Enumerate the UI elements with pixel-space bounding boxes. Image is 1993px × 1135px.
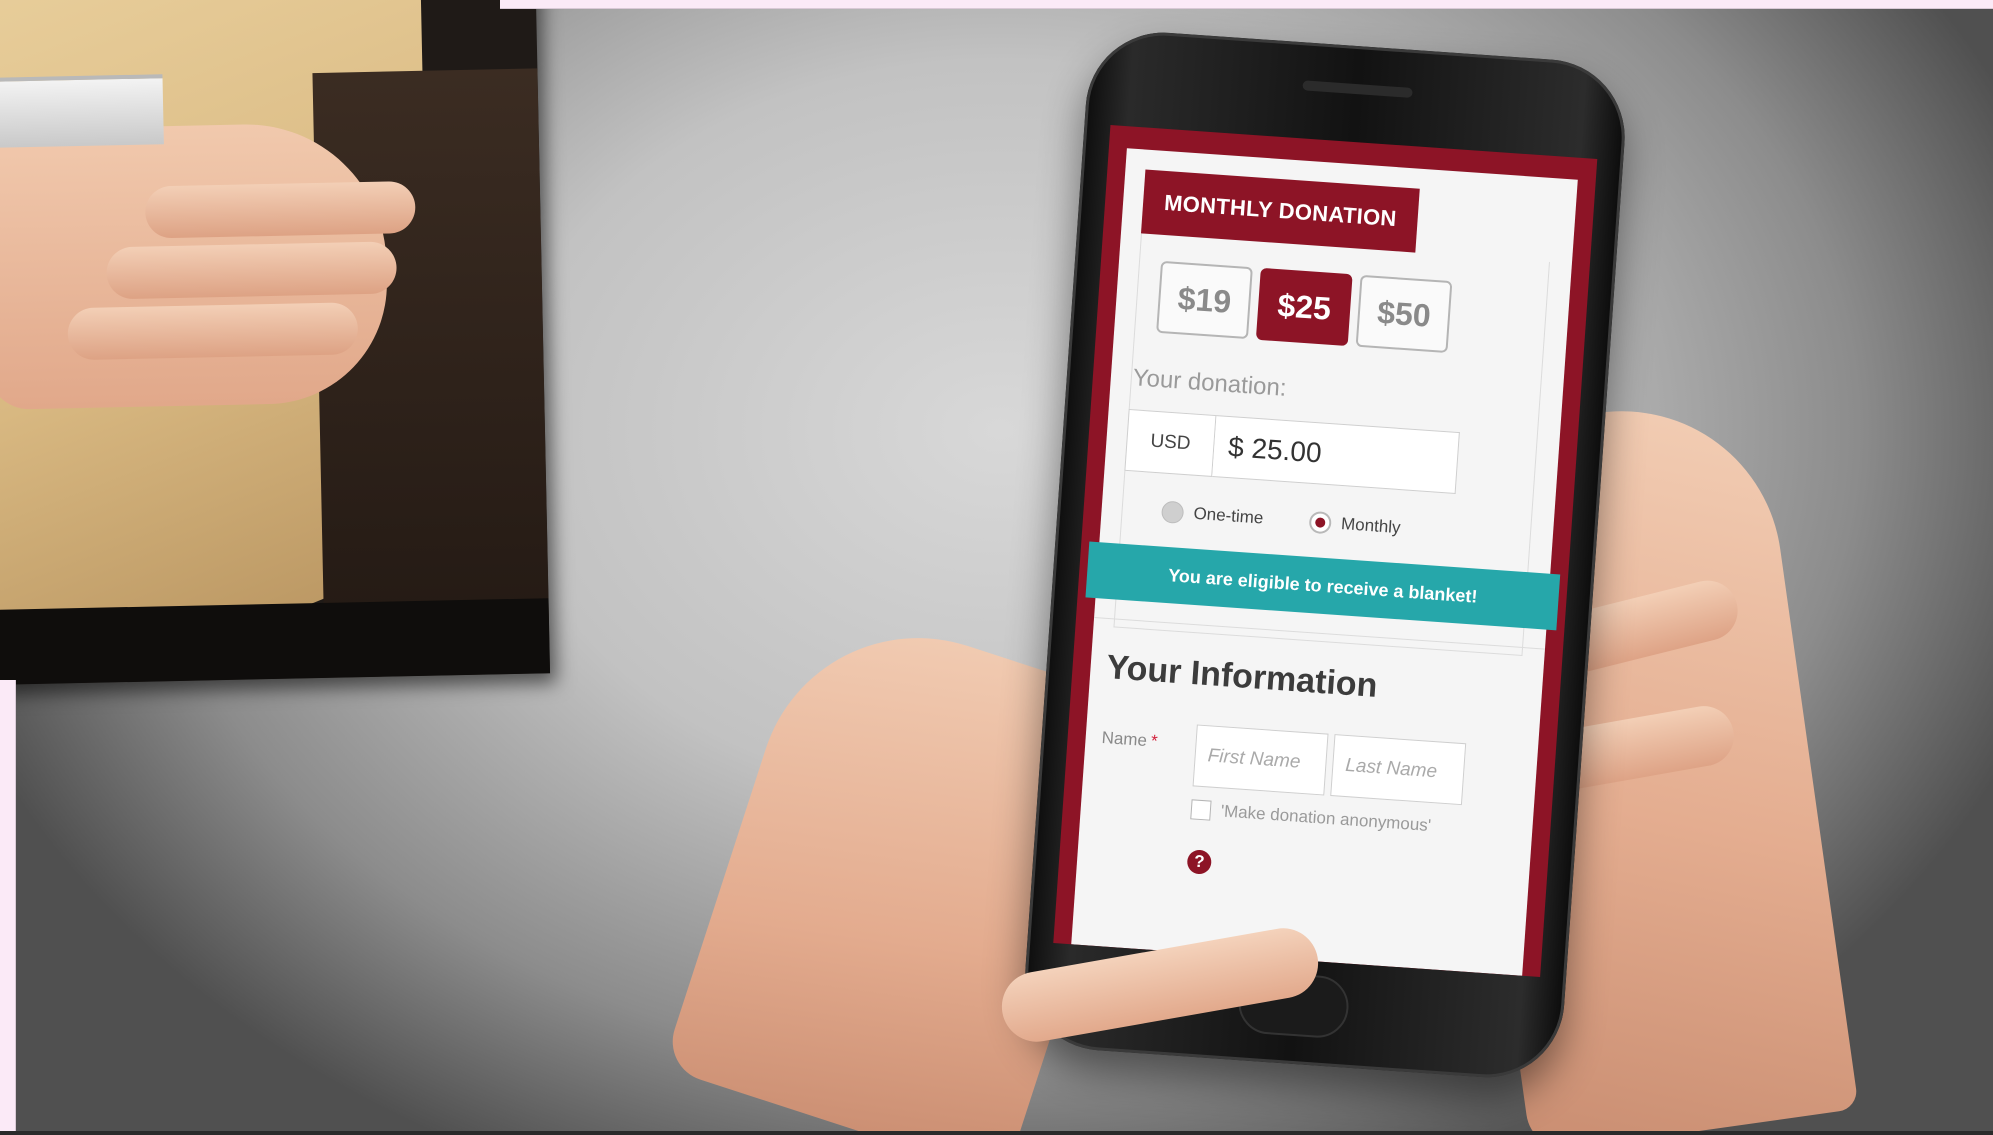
your-information-title: Your Information (1105, 648, 1379, 705)
amount-button-50[interactable]: $50 (1355, 274, 1453, 354)
required-mark: * (1150, 731, 1159, 751)
inset-finger (67, 302, 359, 361)
currency-selector[interactable]: USD (1124, 408, 1217, 477)
phone-earpiece (1302, 80, 1413, 98)
name-label-text: Name (1101, 727, 1148, 751)
name-label: Name * (1101, 728, 1158, 752)
amount-button-19[interactable]: $19 (1156, 260, 1253, 340)
inset-finger (106, 241, 398, 300)
amount-button-25[interactable]: $25 (1255, 267, 1353, 347)
inset-finger (144, 180, 416, 239)
radio-label-one-time: One-time (1192, 503, 1265, 528)
inset-photo-credit-card (0, 0, 551, 685)
anonymous-option: 'Make donation anonymous' (1190, 799, 1432, 836)
donation-page: MONTHLY DONATION $19 $25 $50 Your donati… (1071, 148, 1578, 976)
radio-icon-one-time[interactable] (1160, 500, 1185, 525)
frame-edge-top (500, 0, 1993, 9)
first-name-input[interactable]: First Name (1192, 724, 1329, 796)
inset-bottom-shadow (0, 598, 551, 685)
radio-label-monthly: Monthly (1340, 514, 1402, 538)
smartphone: MONTHLY DONATION $19 $25 $50 Your donati… (1020, 27, 1630, 1083)
anonymous-label: 'Make donation anonymous' (1220, 801, 1432, 836)
radio-icon-monthly[interactable] (1308, 510, 1332, 535)
checkbox-icon-anonymous[interactable] (1190, 799, 1212, 821)
phone-screen: MONTHLY DONATION $19 $25 $50 Your donati… (1053, 124, 1598, 978)
frame-edge-bottom (0, 1131, 1993, 1135)
frame-edge-left (0, 680, 16, 1135)
credit-card (0, 74, 164, 148)
help-icon[interactable]: ? (1186, 849, 1213, 875)
last-name-input[interactable]: Last Name (1330, 734, 1467, 806)
